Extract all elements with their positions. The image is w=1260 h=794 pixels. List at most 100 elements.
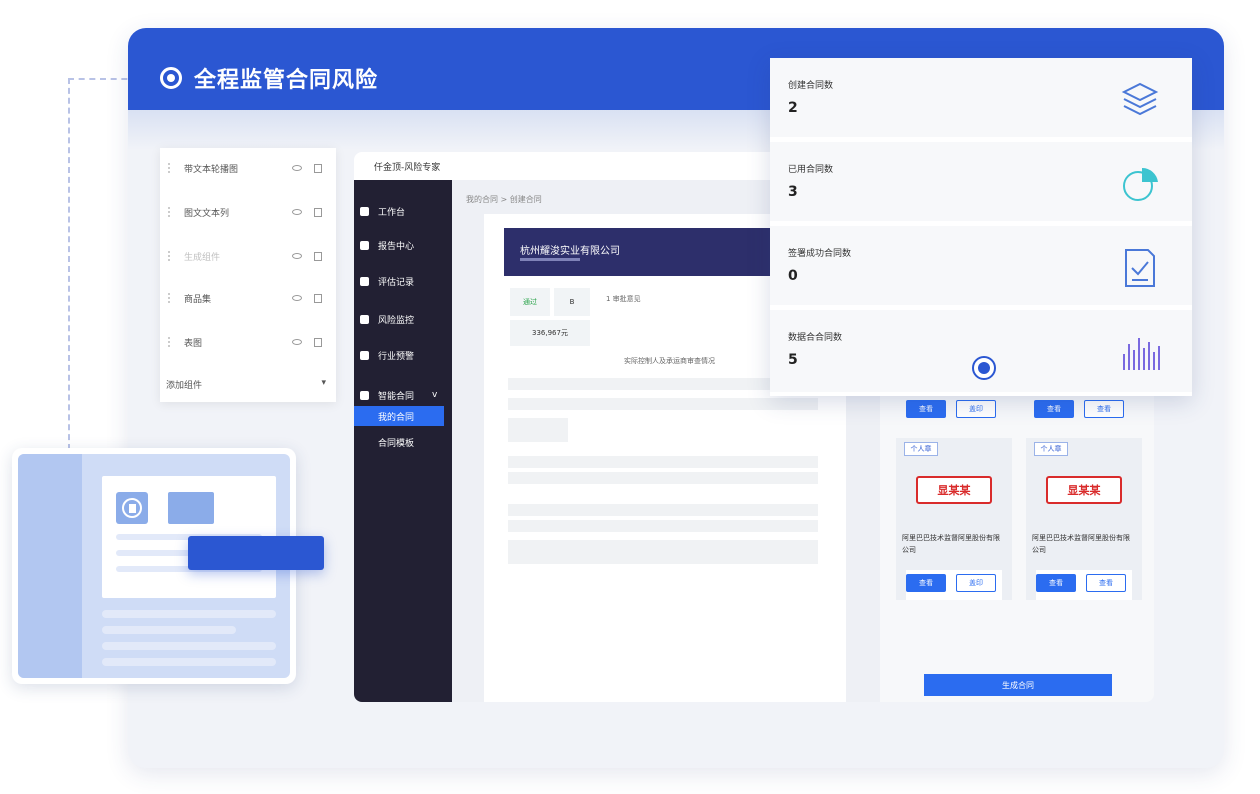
stamp-button[interactable]: 盖印 xyxy=(956,400,996,418)
drag-handle-icon[interactable] xyxy=(168,251,174,261)
component-row[interactable]: 图文文本列 xyxy=(160,202,336,222)
drag-handle-icon[interactable] xyxy=(168,207,174,217)
eye-icon[interactable] xyxy=(292,165,302,171)
copy-icon[interactable] xyxy=(314,337,322,347)
illustration-block xyxy=(168,492,214,524)
seal-actions: 查看 盖印 xyxy=(906,570,1002,600)
table-row xyxy=(508,456,818,468)
illustration-sidebar xyxy=(18,454,82,678)
view-button[interactable]: 查看 xyxy=(1036,574,1076,592)
seal-tag: 个人章 xyxy=(904,442,938,456)
score-box: B xyxy=(554,288,590,316)
stat-label: 创建合同数 xyxy=(788,81,834,91)
component-row[interactable]: 表图 xyxy=(160,332,336,352)
sidebar-subitem-my-contracts[interactable]: 我的合同 xyxy=(354,406,444,426)
view-button[interactable]: 查看 xyxy=(906,400,946,418)
copy-icon[interactable] xyxy=(314,251,322,261)
table-row xyxy=(508,540,818,564)
generate-contract-button[interactable]: 生成合同 xyxy=(924,674,1112,696)
floating-drag-bar xyxy=(188,536,324,570)
drag-handle-icon[interactable] xyxy=(168,337,174,347)
building-icon xyxy=(360,350,369,360)
sidebar-item-monitor[interactable]: 风险监控 xyxy=(354,308,452,330)
seal-card: 个人章 显某某 阿里巴巴技术监督阿里股份有限公司 查看 盖印 xyxy=(896,438,1012,600)
document-subtitle-line xyxy=(520,258,580,261)
seal-stamp: 显某某 xyxy=(916,476,992,504)
seal-card: 个人章 显某某 阿里巴巴技术监督阿里股份有限公司 查看 查看 xyxy=(1026,438,1142,600)
table-row xyxy=(508,398,818,410)
target-dot-icon xyxy=(972,356,996,380)
eye-icon[interactable] xyxy=(292,339,302,345)
table-row xyxy=(508,418,568,442)
shield-icon xyxy=(360,206,369,216)
sidebar-subitem-label: 合同模板 xyxy=(378,438,415,449)
copy-icon[interactable] xyxy=(314,207,322,217)
company-name: 杭州耀浚实业有限公司 xyxy=(520,246,620,257)
sidebar-item-label: 行业预警 xyxy=(378,351,415,362)
drag-handle-icon[interactable] xyxy=(168,293,174,303)
stat-card: 已用合同数 3 xyxy=(770,142,1192,224)
table-row xyxy=(508,504,818,516)
sidebar-item-alerts[interactable]: 行业预警 xyxy=(354,344,452,366)
seal-stamp: 显某某 xyxy=(1046,476,1122,504)
sidebar-item-reports[interactable]: 报告中心 xyxy=(354,234,452,256)
stat-label: 已用合同数 xyxy=(788,165,834,175)
component-label: 商品集 xyxy=(184,294,212,305)
component-label: 表图 xyxy=(184,338,203,349)
view-button-secondary[interactable]: 查看 xyxy=(1086,574,1126,592)
edit-icon xyxy=(360,276,369,286)
sidebar-item-label: 智能合同 xyxy=(378,391,415,402)
sidebar-item-label: 工作台 xyxy=(378,207,406,218)
bar-chart-icon xyxy=(1123,338,1160,370)
eye-icon[interactable] xyxy=(292,295,302,301)
component-panel: 带文本轮播图 图文文本列 生成组件 商品集 表图 添加组件 ▾ xyxy=(160,148,336,402)
eye-icon[interactable] xyxy=(292,209,302,215)
building-icon xyxy=(360,390,369,400)
table-title: 实际控制人及承运商审查情况 xyxy=(624,357,715,365)
copy-icon[interactable] xyxy=(314,293,322,303)
component-row[interactable]: 带文本轮播图 xyxy=(160,158,336,178)
component-row[interactable]: 商品集 xyxy=(160,288,336,308)
dropdown-icon: ▾ xyxy=(321,378,326,388)
stat-card: 创建合同数 2 xyxy=(770,58,1192,140)
eye-off-icon[interactable] xyxy=(292,253,302,259)
sidebar-item-workbench[interactable]: 工作台 xyxy=(354,200,452,222)
stat-value: 2 xyxy=(788,100,798,116)
stamp-button[interactable]: 盖印 xyxy=(956,574,996,592)
chevron-down-icon: v xyxy=(432,390,438,400)
component-label: 生成组件 xyxy=(184,252,221,263)
add-component-button[interactable]: 添加组件 ▾ xyxy=(166,378,326,391)
view-button[interactable]: 查看 xyxy=(906,574,946,592)
document-check-icon xyxy=(1125,249,1155,287)
status-badge: 通过 xyxy=(510,288,550,316)
car-icon xyxy=(360,240,369,250)
stat-label: 数据合合同数 xyxy=(788,333,843,343)
stat-card: 签署成功合同数 0 xyxy=(770,226,1192,308)
copy-icon[interactable] xyxy=(314,163,322,173)
seal-company: 阿里巴巴技术监督阿里股份有限公司 xyxy=(1032,534,1130,554)
target-icon xyxy=(160,67,182,89)
file-icon xyxy=(122,498,142,518)
sidebar-subitem-templates[interactable]: 合同模板 xyxy=(354,432,444,452)
seal-column: 查看 盖印 查看 查看 个人章 显某某 阿里巴巴技术监督阿里股份有限公司 查看 … xyxy=(880,394,1154,702)
seal-actions: 查看 查看 xyxy=(1036,570,1132,600)
section-title: 1 审批意见 xyxy=(606,295,641,303)
stat-label: 签署成功合同数 xyxy=(788,249,852,259)
component-row[interactable]: 生成组件 xyxy=(160,246,336,266)
app-brand: 仟金顶-风险专家 xyxy=(374,163,441,173)
breadcrumb: 我的合同 > 创建合同 xyxy=(466,195,542,204)
sidebar-item-smart-contract[interactable]: 智能合同 v xyxy=(354,384,452,406)
headline-title: 全程监管合同风险 xyxy=(194,68,379,93)
drag-handle-icon[interactable] xyxy=(168,163,174,173)
view-button[interactable]: 查看 xyxy=(1034,400,1074,418)
stage: 全程监管合同风险 带文本轮播图 图文文本列 生成组件 商品集 表图 添加组件 ▾… xyxy=(0,0,1260,794)
component-label: 带文本轮播图 xyxy=(184,164,239,175)
sidebar-item-label: 风险监控 xyxy=(378,315,415,326)
stats-panel: 创建合同数 2 已用合同数 3 签署成功合同数 0 数据合合同数 5 xyxy=(770,58,1192,396)
illustration-line xyxy=(102,626,236,634)
sidebar-item-records[interactable]: 评估记录 xyxy=(354,270,452,292)
seal-company: 阿里巴巴技术监督阿里股份有限公司 xyxy=(902,534,1000,554)
headline: 全程监管合同风险 xyxy=(160,62,378,94)
view-button-secondary[interactable]: 查看 xyxy=(1084,400,1124,418)
stat-value: 0 xyxy=(788,268,798,284)
